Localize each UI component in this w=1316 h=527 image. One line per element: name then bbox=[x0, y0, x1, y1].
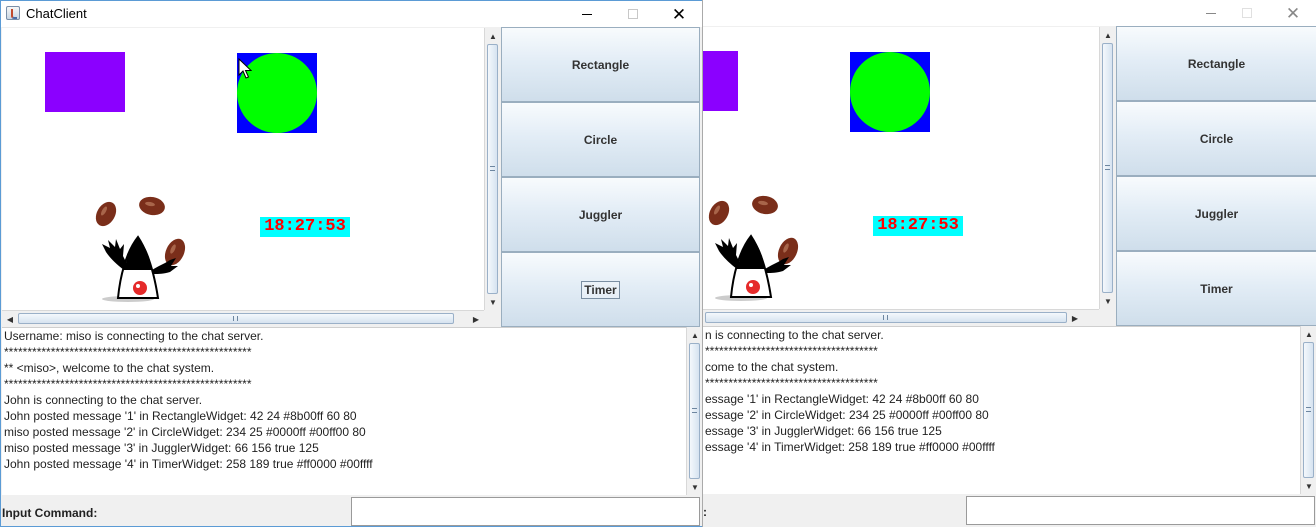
scroll-corner bbox=[1099, 309, 1115, 325]
circle-shape bbox=[850, 52, 930, 132]
chat-log-line: Username: miso is connecting to the chat… bbox=[4, 329, 264, 343]
timer-button-label: Timer bbox=[581, 280, 620, 299]
chat-log-line: ************************************* bbox=[705, 376, 878, 390]
minimize-icon bbox=[582, 13, 592, 15]
close-icon: ✕ bbox=[1285, 3, 1301, 23]
scroll-down-arrow-icon[interactable]: ▼ bbox=[687, 479, 702, 495]
timer-button[interactable]: Timer bbox=[501, 252, 700, 327]
chat-log-lines: n is connecting to the chat server. *****… bbox=[703, 327, 1300, 455]
grip-icon bbox=[883, 315, 888, 320]
scroll-down-arrow-icon[interactable]: ▼ bbox=[1100, 293, 1116, 309]
circle-button[interactable]: Circle bbox=[501, 102, 700, 177]
chat-log-line: miso posted message '3' in JugglerWidget… bbox=[4, 441, 319, 455]
canvas-horizontal-scrollbar[interactable]: ▶ bbox=[703, 309, 1099, 325]
chat-log-line: essage '4' in TimerWidget: 258 189 true … bbox=[705, 440, 995, 454]
grip-icon bbox=[1105, 165, 1110, 170]
scroll-left-arrow-icon[interactable]: ◀ bbox=[2, 311, 18, 327]
chat-log-line: John is connecting to the chat server. bbox=[4, 393, 203, 407]
chat-log-line: ************************************* bbox=[705, 344, 878, 358]
chat-log-line: come to the chat system. bbox=[705, 360, 839, 374]
canvas-vertical-scrollbar[interactable]: ▲ ▼ bbox=[1099, 27, 1115, 309]
chat-log[interactable]: n is connecting to the chat server. *****… bbox=[703, 326, 1300, 494]
rectangle-button[interactable]: Rectangle bbox=[501, 27, 700, 102]
command-input[interactable] bbox=[966, 496, 1315, 525]
scroll-right-arrow-icon[interactable]: ▶ bbox=[1067, 310, 1083, 326]
scroll-up-arrow-icon[interactable]: ▲ bbox=[1100, 27, 1116, 43]
input-command-label: : bbox=[703, 505, 707, 519]
timer-widget-display[interactable]: 18:27:53 bbox=[260, 217, 350, 237]
command-bar: Input Command: bbox=[1, 496, 702, 526]
scroll-right-arrow-icon[interactable]: ▶ bbox=[468, 311, 484, 327]
window-title: ChatClient bbox=[26, 6, 87, 21]
grip-icon bbox=[233, 316, 238, 321]
maximize-button bbox=[610, 1, 656, 27]
circle-button[interactable]: Circle bbox=[1116, 101, 1316, 176]
scroll-up-arrow-icon[interactable]: ▲ bbox=[687, 327, 702, 343]
scroll-up-arrow-icon[interactable]: ▲ bbox=[1301, 326, 1316, 342]
chat-log-scroll-thumb[interactable] bbox=[1303, 342, 1314, 478]
canvas-horizontal-scrollbar[interactable]: ◀ ▶ bbox=[2, 310, 484, 326]
maximize-button bbox=[1224, 0, 1270, 26]
chat-log-line: essage '1' in RectangleWidget: 42 24 #8b… bbox=[705, 392, 979, 406]
grip-icon bbox=[1306, 407, 1311, 412]
circle-widget[interactable] bbox=[850, 52, 930, 132]
chat-log-line: ****************************************… bbox=[4, 345, 252, 359]
horizontal-scroll-thumb[interactable] bbox=[705, 312, 1067, 323]
mouse-cursor-icon bbox=[238, 58, 252, 79]
scroll-corner bbox=[484, 310, 500, 326]
minimize-icon bbox=[1206, 12, 1216, 14]
title-bar[interactable]: ✕ bbox=[703, 0, 1316, 26]
scroll-down-arrow-icon[interactable]: ▼ bbox=[485, 294, 501, 310]
close-button[interactable]: ✕ bbox=[656, 1, 702, 27]
chat-log[interactable]: Username: miso is connecting to the chat… bbox=[2, 327, 686, 495]
widget-canvas[interactable]: 18:27:53 bbox=[703, 27, 1099, 309]
chat-client-window-left: ChatClient ✕ 18:27:53 ▲ ▼ ◀ ▶ Rectangle … bbox=[0, 0, 702, 527]
chat-log-line: essage '2' in CircleWidget: 234 25 #0000… bbox=[705, 408, 989, 422]
timer-widget-display[interactable]: 18:27:53 bbox=[873, 216, 963, 236]
input-command-label: Input Command: bbox=[2, 506, 98, 520]
rectangle-widget[interactable] bbox=[45, 52, 125, 112]
grip-icon bbox=[490, 166, 495, 171]
chat-log-line: ** <miso>, welcome to the chat system. bbox=[4, 361, 215, 375]
command-input[interactable] bbox=[351, 497, 700, 526]
java-coffee-cup-icon bbox=[6, 6, 20, 20]
canvas-vertical-scrollbar[interactable]: ▲ ▼ bbox=[484, 28, 500, 310]
chat-log-line: John posted message '4' in TimerWidget: … bbox=[4, 457, 373, 471]
vertical-scroll-thumb[interactable] bbox=[487, 44, 498, 294]
maximize-icon bbox=[628, 9, 638, 19]
duke-juggler-icon[interactable] bbox=[68, 192, 193, 304]
chat-log-scrollbar[interactable]: ▲ ▼ bbox=[1300, 326, 1316, 494]
rectangle-button[interactable]: Rectangle bbox=[1116, 26, 1316, 101]
grip-icon bbox=[692, 408, 697, 413]
chat-log-line: ****************************************… bbox=[4, 377, 252, 391]
vertical-scroll-thumb[interactable] bbox=[1102, 43, 1113, 293]
chat-log-line: essage '3' in JugglerWidget: 66 156 true… bbox=[705, 424, 942, 438]
close-button[interactable]: ✕ bbox=[1270, 0, 1316, 26]
minimize-button[interactable] bbox=[564, 1, 610, 27]
close-icon: ✕ bbox=[671, 4, 687, 24]
chat-log-line: miso posted message '2' in CircleWidget:… bbox=[4, 425, 366, 439]
chat-log-line: n is connecting to the chat server. bbox=[705, 328, 884, 342]
scroll-down-arrow-icon[interactable]: ▼ bbox=[1301, 478, 1316, 494]
timer-button[interactable]: Timer bbox=[1116, 251, 1316, 326]
chat-client-window-right: ✕ 18:27:53 ▲ ▼ ▶ Rectangle Circle Juggle… bbox=[702, 0, 1316, 527]
scroll-up-arrow-icon[interactable]: ▲ bbox=[485, 28, 501, 44]
command-bar: : bbox=[703, 495, 1316, 527]
horizontal-scroll-thumb[interactable] bbox=[18, 313, 454, 324]
title-bar[interactable]: ChatClient ✕ bbox=[1, 1, 702, 27]
maximize-icon bbox=[1242, 8, 1252, 18]
widget-canvas[interactable]: 18:27:53 bbox=[2, 28, 484, 310]
juggler-button[interactable]: Juggler bbox=[501, 177, 700, 252]
chat-log-lines: Username: miso is connecting to the chat… bbox=[2, 328, 686, 472]
duke-juggler-icon[interactable] bbox=[703, 191, 806, 303]
chat-log-scrollbar[interactable]: ▲ ▼ bbox=[686, 327, 702, 495]
juggler-button[interactable]: Juggler bbox=[1116, 176, 1316, 251]
rectangle-widget[interactable] bbox=[703, 51, 738, 111]
chat-log-line: John posted message '1' in RectangleWidg… bbox=[4, 409, 357, 423]
chat-log-scroll-thumb[interactable] bbox=[689, 343, 700, 479]
